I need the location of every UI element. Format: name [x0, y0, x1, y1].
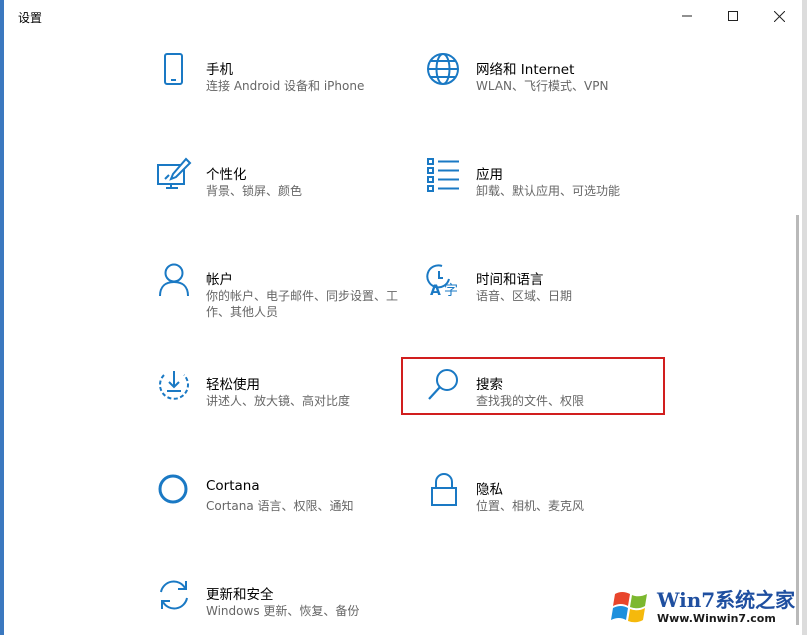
- category-ease-of-access[interactable]: 轻松使用 讲述人、放大镜、高对比度: [156, 367, 406, 427]
- search-highlight-box: [401, 357, 665, 415]
- background-window-edge: [802, 0, 807, 635]
- category-label: Cortana: [206, 478, 260, 494]
- title-bar: 设置: [4, 0, 802, 32]
- category-apps[interactable]: 应用 卸载、默认应用、可选功能: [426, 157, 676, 217]
- cortana-icon: [158, 474, 188, 504]
- watermark-text: Win7系统之家: [657, 588, 796, 612]
- svg-text:字: 字: [444, 283, 458, 298]
- category-label: 更新和安全: [206, 587, 274, 603]
- category-label: 时间和语言: [476, 272, 544, 288]
- globe-icon: [427, 53, 459, 85]
- category-time-language[interactable]: A 字 时间和语言 语音、区域、日期: [426, 262, 676, 322]
- category-cortana[interactable]: Cortana Cortana 语言、权限、通知: [156, 472, 406, 532]
- category-desc: WLAN、飞行模式、VPN: [476, 79, 609, 93]
- category-desc: 讲述人、放大镜、高对比度: [206, 394, 351, 408]
- vertical-scrollbar[interactable]: [796, 215, 799, 625]
- category-desc: Cortana 语言、权限、通知: [206, 499, 354, 513]
- maximize-icon: [728, 11, 738, 21]
- category-label: 应用: [476, 167, 503, 183]
- close-icon: [773, 10, 785, 22]
- category-update-security[interactable]: 更新和安全 Windows 更新、恢复、备份: [156, 577, 406, 635]
- minimize-button[interactable]: [664, 0, 710, 32]
- settings-window: 设置 手机 连接 Android 设备和 iPhone 网络和 Internet…: [4, 0, 802, 635]
- maximize-button[interactable]: [710, 0, 756, 32]
- category-desc: 卸载、默认应用、可选功能: [476, 184, 621, 198]
- category-label: 网络和 Internet: [476, 62, 575, 78]
- apps-list-icon: [427, 158, 459, 192]
- personalization-icon: [157, 157, 192, 189]
- category-phone[interactable]: 手机 连接 Android 设备和 iPhone: [156, 52, 406, 112]
- close-button[interactable]: [756, 0, 802, 32]
- category-desc: 你的帐户、电子邮件、同步设置、工作、其他人员: [206, 289, 399, 319]
- watermark-url: Www.Winwin7.com: [657, 612, 776, 625]
- window-title: 设置: [18, 11, 43, 25]
- category-label: 手机: [206, 62, 233, 78]
- category-label: 轻松使用: [206, 377, 260, 393]
- category-accounts[interactable]: 帐户 你的帐户、电子邮件、同步设置、工作、其他人员: [156, 262, 406, 322]
- lock-icon: [431, 473, 457, 506]
- svg-text:A: A: [430, 283, 441, 298]
- category-desc: Windows 更新、恢复、备份: [206, 604, 360, 618]
- category-network[interactable]: 网络和 Internet WLAN、飞行模式、VPN: [426, 52, 676, 112]
- category-label: 帐户: [206, 272, 233, 288]
- category-desc: 背景、锁屏、颜色: [206, 184, 303, 198]
- ease-of-access-icon: [159, 371, 189, 400]
- account-icon: [159, 263, 189, 297]
- category-desc: 位置、相机、麦克风: [476, 499, 585, 513]
- category-personalization[interactable]: 个性化 背景、锁屏、颜色: [156, 157, 406, 217]
- windows-logo-icon: [609, 584, 655, 630]
- time-language-icon: A 字: [426, 264, 458, 298]
- category-desc: 语音、区域、日期: [476, 289, 573, 303]
- phone-icon: [164, 53, 183, 85]
- category-privacy[interactable]: 隐私 位置、相机、麦克风: [426, 472, 676, 532]
- category-desc: 连接 Android 设备和 iPhone: [206, 79, 365, 93]
- minimize-icon: [682, 15, 692, 17]
- category-label: 隐私: [476, 482, 503, 498]
- category-label: 个性化: [206, 167, 247, 183]
- update-icon: [160, 580, 188, 610]
- watermark: Win7系统之家 Www.Winwin7.com: [607, 582, 805, 634]
